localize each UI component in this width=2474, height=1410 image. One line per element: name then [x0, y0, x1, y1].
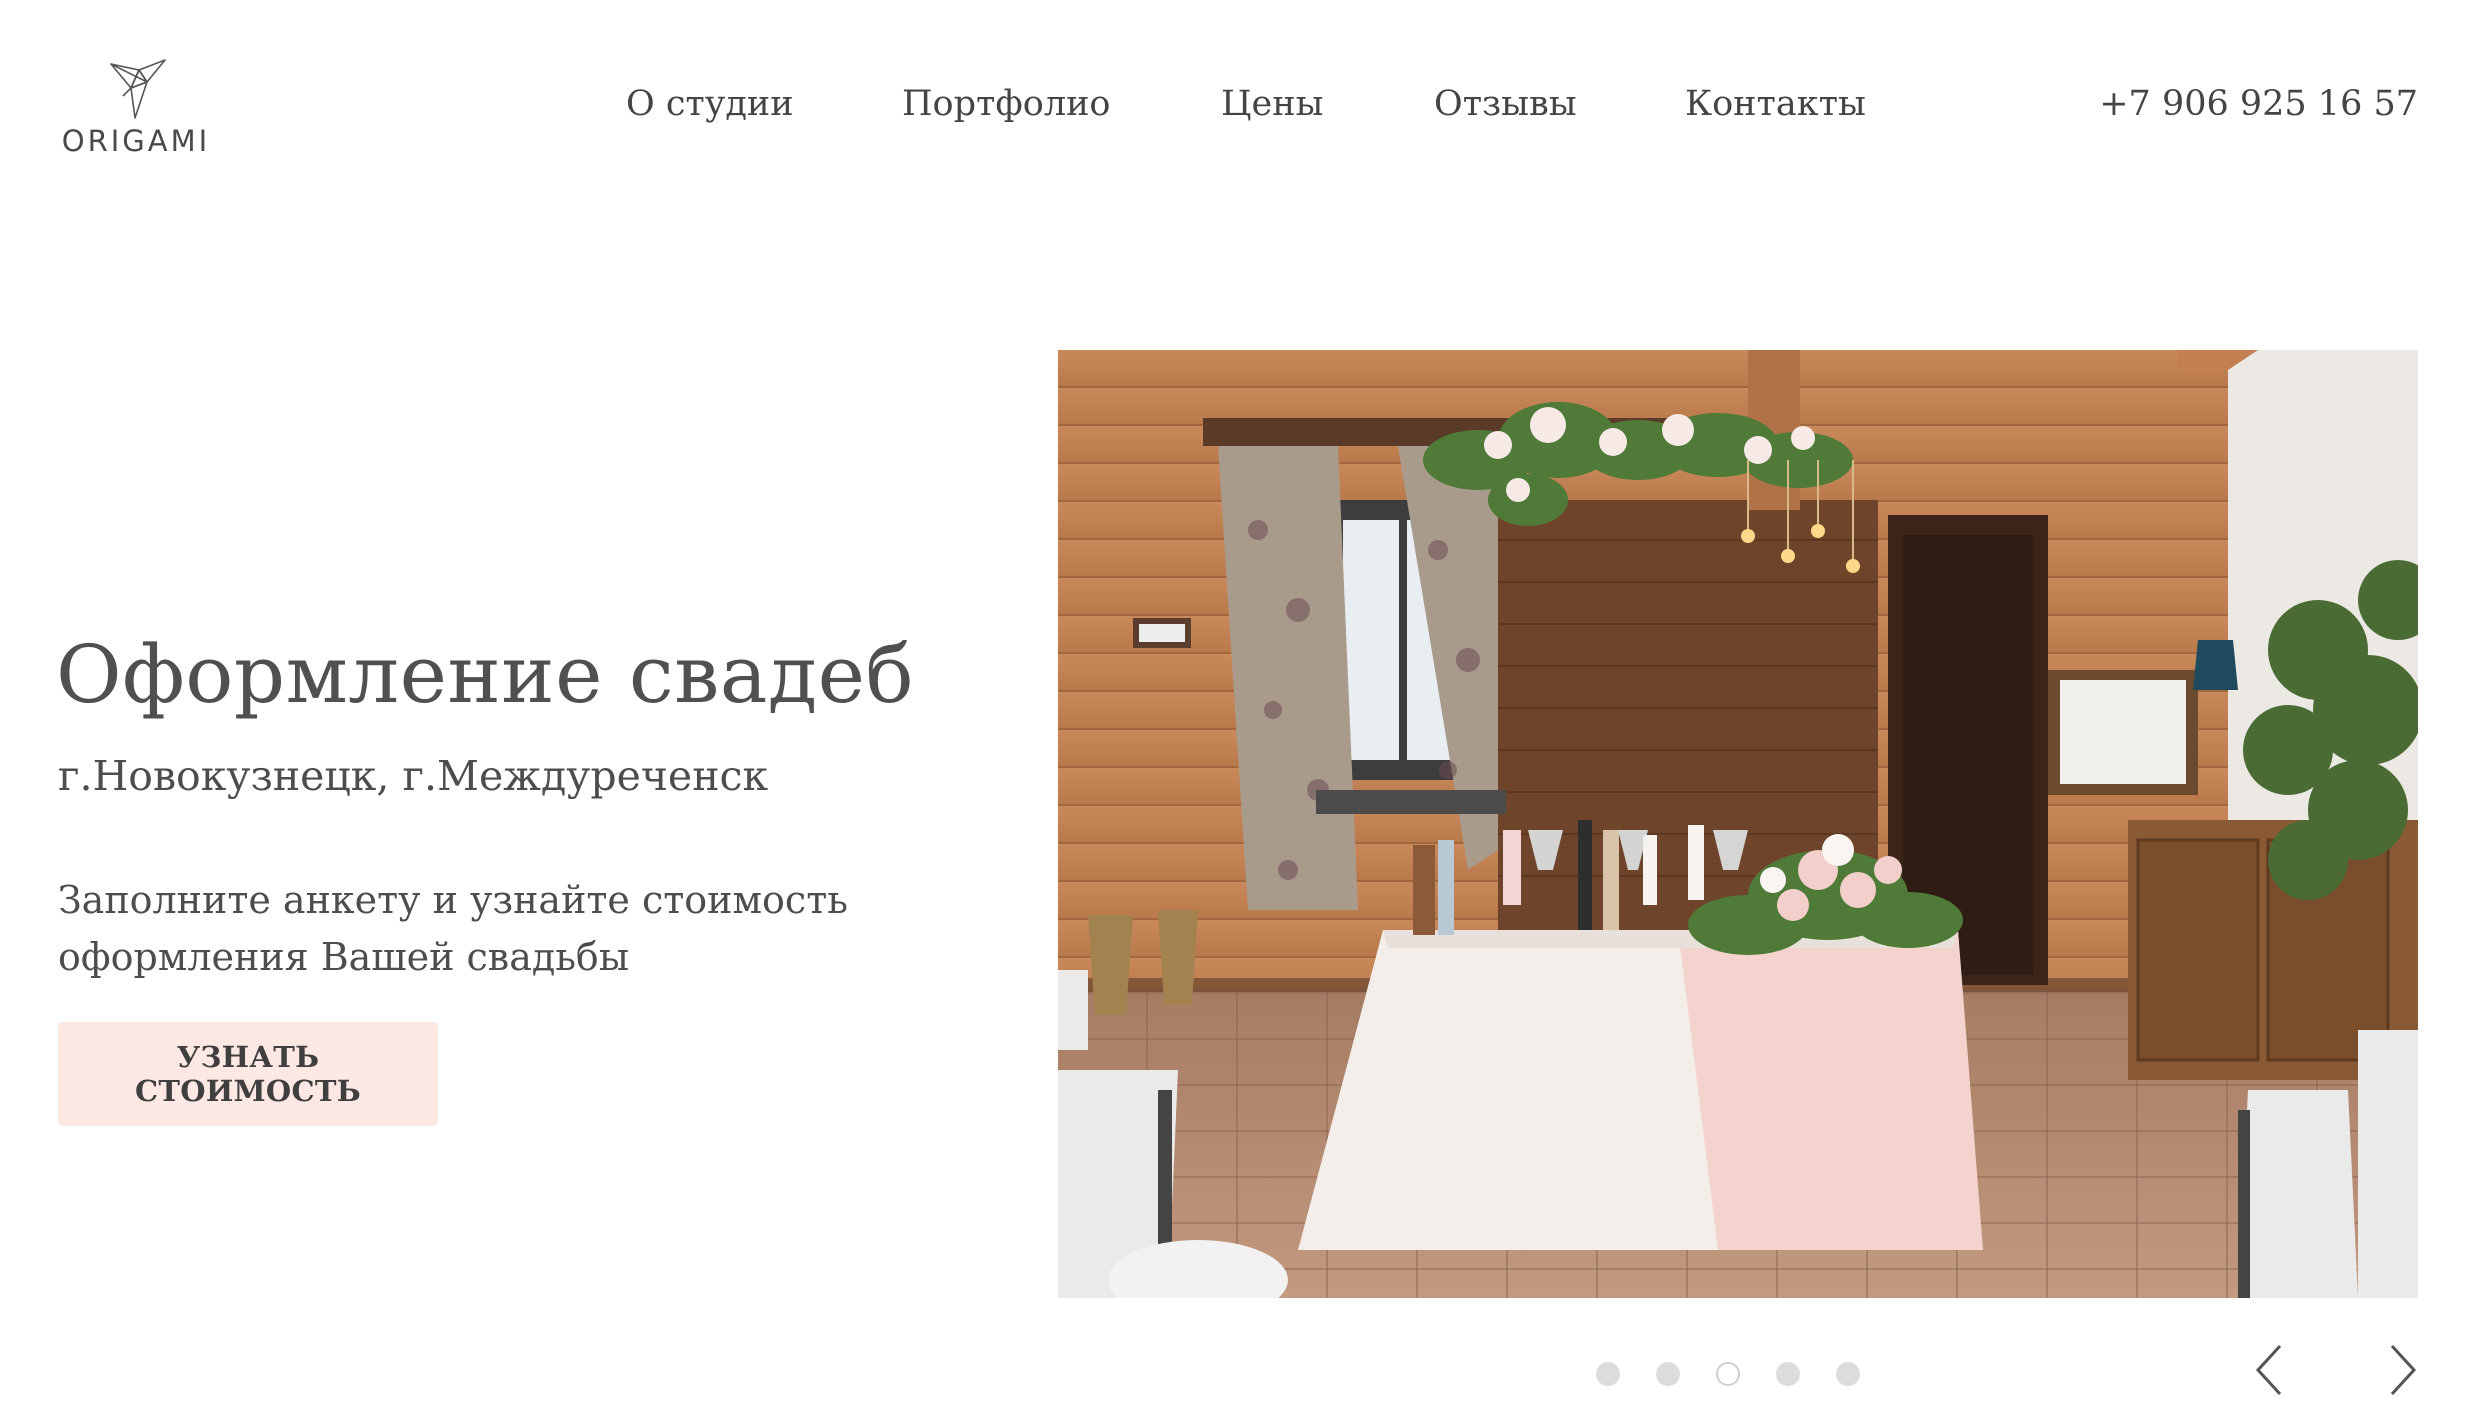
slider-dot-3[interactable] [1716, 1362, 1740, 1386]
chevron-right-icon [2390, 1344, 2417, 1396]
origami-bird-icon [110, 59, 166, 119]
slider-prev-button[interactable] [2250, 1340, 2290, 1400]
nav-item-prices[interactable]: Цены [1221, 84, 1323, 124]
chevron-left-icon [2255, 1344, 2282, 1396]
hero-subtitle: г.Новокузнецк, г.Междуреченск [58, 752, 769, 800]
slider-dot-1[interactable] [1596, 1362, 1620, 1386]
nav-item-portfolio[interactable]: Портфолио [902, 84, 1110, 124]
slider-image [1058, 350, 2418, 1298]
slider-dot-2[interactable] [1656, 1362, 1680, 1386]
hero-description: Заполните анкету и узнайте стоимость офо… [58, 878, 848, 979]
hero-title: Оформление свадеб [56, 628, 915, 721]
get-price-button[interactable]: УЗНАТЬ СТОИМОСТЬ [58, 1022, 438, 1126]
nav-item-contacts[interactable]: Контакты [1685, 84, 1866, 124]
logo-text: ORIGAMI [61, 124, 211, 158]
slider-dot-4[interactable] [1776, 1362, 1800, 1386]
slider-dot-5[interactable] [1836, 1362, 1860, 1386]
page: ORIGAMI О студии Портфолио Цены Отзывы К… [0, 0, 2474, 1410]
nav-item-about[interactable]: О студии [626, 84, 794, 124]
wedding-table-photo [1058, 350, 2418, 1298]
nav-item-reviews[interactable]: Отзывы [1434, 84, 1577, 124]
phone-number[interactable]: +7 906 925 16 57 [2099, 84, 2418, 124]
slider-next-button[interactable] [2382, 1340, 2422, 1400]
logo[interactable]: ORIGAMI [56, 56, 216, 166]
